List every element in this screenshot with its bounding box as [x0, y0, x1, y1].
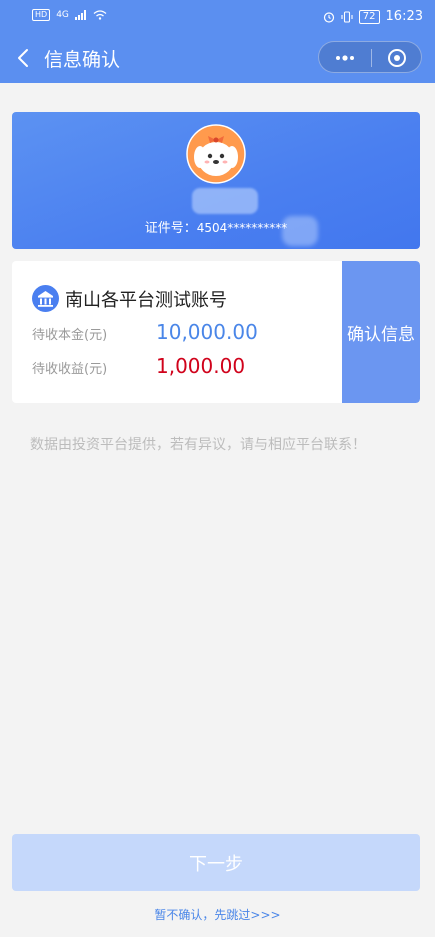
- principal-value: 10,000.00: [156, 320, 258, 344]
- id-number: 4504**********: [196, 221, 288, 235]
- account-card: 南山各平台测试账号 待收本金(元) 10,000.00 待收收益(元) 1,00…: [12, 261, 420, 403]
- capsule-divider: [371, 49, 372, 67]
- skip-link[interactable]: 暂不确认，先跳过>>>: [0, 906, 435, 923]
- identity-card: 证件号：4504**********: [12, 112, 420, 249]
- status-time: 16:23: [385, 9, 423, 24]
- disclaimer-text: 数据由投资平台提供，若有异议，请与相应平台联系！: [30, 437, 366, 453]
- battery-level: 72: [358, 9, 380, 24]
- account-name: 南山各平台测试账号: [65, 290, 227, 311]
- next-step-button[interactable]: 下一步: [12, 834, 420, 891]
- alarm-icon: [323, 11, 334, 23]
- network-indicator: 4G: [56, 10, 69, 20]
- signal-icon: [74, 10, 86, 20]
- target-icon[interactable]: [387, 48, 407, 68]
- nav-bar: 信息确认: [0, 33, 435, 83]
- status-right: 72 16:23: [323, 9, 423, 24]
- bank-icon: [32, 285, 59, 312]
- blur-mask: [192, 188, 258, 214]
- status-bar: HD 4G 72 16:23: [0, 0, 435, 33]
- avatar: [186, 124, 246, 184]
- principal-label: 待收本金(元): [32, 328, 108, 343]
- back-icon[interactable]: [14, 47, 34, 69]
- income-value: 1,000.00: [156, 354, 246, 378]
- miniprogram-capsule: [318, 41, 422, 73]
- id-number-row: 证件号：4504**********: [12, 217, 420, 236]
- id-label: 证件号：: [144, 221, 197, 236]
- page-title: 信息确认: [44, 49, 121, 71]
- hd-badge: HD: [32, 9, 51, 21]
- status-left: HD 4G: [32, 9, 107, 21]
- more-icon[interactable]: [333, 50, 357, 66]
- wifi-icon: [93, 10, 107, 20]
- vibrate-icon: [341, 10, 353, 23]
- income-label: 待收收益(元): [32, 362, 108, 377]
- confirm-info-button[interactable]: 确认信息: [342, 261, 420, 403]
